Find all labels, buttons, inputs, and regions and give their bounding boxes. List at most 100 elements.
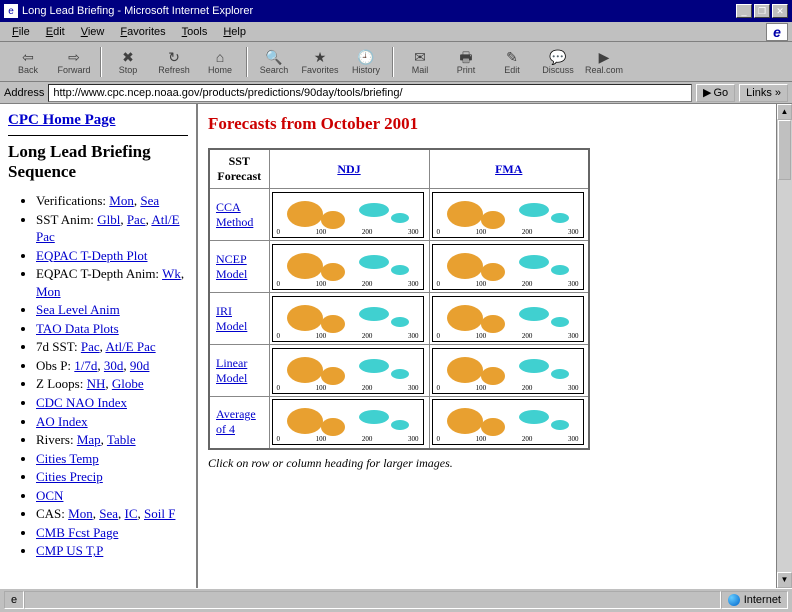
menu-favorites[interactable]: Favorites xyxy=(112,24,173,40)
row-heading-link[interactable]: CCA Method xyxy=(216,200,253,229)
menu-help[interactable]: Help xyxy=(215,24,254,40)
col-heading-link[interactable]: NDJ xyxy=(337,162,360,176)
sidebar-link[interactable]: Table xyxy=(107,432,136,447)
sidebar-link[interactable]: 1/7d xyxy=(74,358,97,373)
address-input[interactable] xyxy=(48,84,692,102)
sidebar-link[interactable]: Sea xyxy=(99,506,118,521)
sidebar-link[interactable]: Wk xyxy=(162,266,181,281)
discuss-button[interactable]: 💬Discuss xyxy=(536,44,580,80)
forecast-map-thumb[interactable]: 0100200300 xyxy=(432,399,584,445)
globe-icon xyxy=(728,594,740,606)
menu-bar: File Edit View Favorites Tools Help e xyxy=(0,22,792,42)
sidebar-link[interactable]: CDC NAO Index xyxy=(36,395,127,410)
sidebar-item: Obs P: 1/7d, 30d, 90d xyxy=(36,357,188,375)
stop-icon: ✖ xyxy=(122,49,134,65)
edit-button[interactable]: ✎Edit xyxy=(490,44,534,80)
menu-edit[interactable]: Edit xyxy=(38,24,73,40)
forecast-map-thumb[interactable]: 0100200300 xyxy=(432,296,584,342)
favorites-button[interactable]: ★Favorites xyxy=(298,44,342,80)
row-heading-link[interactable]: Average of 4 xyxy=(216,407,256,436)
row-heading-link[interactable]: IRI Model xyxy=(216,304,247,333)
menu-view[interactable]: View xyxy=(73,24,113,40)
sidebar-link[interactable]: Mon xyxy=(109,193,134,208)
menu-tools[interactable]: Tools xyxy=(174,24,216,40)
page-title: Forecasts from October 2001 xyxy=(208,114,782,134)
sidebar-link[interactable]: TAO Data Plots xyxy=(36,321,119,336)
sidebar-link[interactable]: Pac xyxy=(81,339,100,354)
sidebar-link[interactable]: Cities Temp xyxy=(36,451,99,466)
row-heading-link[interactable]: Linear Model xyxy=(216,356,247,385)
forecast-map-thumb[interactable]: 0100200300 xyxy=(272,399,424,445)
sidebar-link[interactable]: Glbl xyxy=(97,212,120,227)
menu-file[interactable]: File xyxy=(4,24,38,40)
status-text xyxy=(24,591,721,609)
history-button[interactable]: 🕘History xyxy=(344,44,388,80)
forecast-map-thumb[interactable]: 0100200300 xyxy=(272,244,424,290)
sidebar-link[interactable]: Pac xyxy=(127,212,146,227)
forward-button[interactable]: ⇨Forward xyxy=(52,44,96,80)
home-icon: ⌂ xyxy=(216,49,224,65)
sidebar-link[interactable]: AO Index xyxy=(36,414,88,429)
scroll-thumb[interactable] xyxy=(778,120,791,180)
minimize-button[interactable]: _ xyxy=(736,4,752,18)
sidebar-link[interactable]: Sea Level Anim xyxy=(36,302,120,317)
back-button[interactable]: ⇦Back xyxy=(6,44,50,80)
sidebar-item: 7d SST: Pac, Atl/E Pac xyxy=(36,338,188,356)
sidebar-item: AO Index xyxy=(36,413,188,431)
print-button[interactable]: 🖶Print xyxy=(444,44,488,80)
maximize-button[interactable]: ❐ xyxy=(754,4,770,18)
back-icon: ⇦ xyxy=(22,49,34,65)
sidebar-link[interactable]: 30d xyxy=(104,358,124,373)
real-icon: ▶ xyxy=(599,49,610,65)
discuss-icon: 💬 xyxy=(549,49,566,65)
forecast-map-thumb[interactable]: 0100200300 xyxy=(432,244,584,290)
scroll-up-icon[interactable]: ▲ xyxy=(777,104,792,120)
forecast-map-thumb[interactable]: 0100200300 xyxy=(272,296,424,342)
sidebar-item: Rivers: Map, Table xyxy=(36,431,188,449)
sidebar-link[interactable]: Sea xyxy=(140,193,159,208)
realcom-button[interactable]: ▶Real.com xyxy=(582,44,626,80)
sidebar-link[interactable]: EQPAC T-Depth Plot xyxy=(36,248,148,263)
sidebar-link[interactable]: CMB Fcst Page xyxy=(36,525,118,540)
mail-button[interactable]: ✉Mail xyxy=(398,44,442,80)
sidebar-link[interactable]: Cities Precip xyxy=(36,469,103,484)
sidebar-link[interactable]: CMP US T,P xyxy=(36,543,103,558)
sidebar-link[interactable]: Mon xyxy=(68,506,93,521)
forecast-map-thumb[interactable]: 0100200300 xyxy=(432,192,584,238)
cpc-home-link[interactable]: CPC Home Page xyxy=(8,112,115,128)
sidebar-item: CMP US T,P xyxy=(36,542,188,560)
go-button[interactable]: ▶ Go xyxy=(696,84,735,102)
favorites-icon: ★ xyxy=(314,49,327,65)
main-scrollbar[interactable]: ▲ ▼ xyxy=(776,104,792,588)
forecast-map-thumb[interactable]: 0100200300 xyxy=(272,348,424,394)
sidebar-link[interactable]: Map xyxy=(77,432,101,447)
refresh-icon: ↻ xyxy=(168,49,180,65)
sidebar-link[interactable]: Atl/E Pac xyxy=(105,339,155,354)
forecast-map-thumb[interactable]: 0100200300 xyxy=(272,192,424,238)
sidebar-link[interactable]: Globe xyxy=(112,376,144,391)
sidebar-link[interactable]: Mon xyxy=(36,284,61,299)
sidebar-item-label: CAS: xyxy=(36,506,68,521)
forward-icon: ⇨ xyxy=(68,49,80,65)
links-button[interactable]: Links » xyxy=(739,84,788,102)
sidebar-item-label: 7d SST: xyxy=(36,339,81,354)
forecast-map-thumb[interactable]: 0100200300 xyxy=(432,348,584,394)
sidebar-link[interactable]: IC xyxy=(125,506,138,521)
col-heading-link[interactable]: FMA xyxy=(495,162,522,176)
scroll-down-icon[interactable]: ▼ xyxy=(777,572,792,588)
close-button[interactable]: ✕ xyxy=(772,4,788,18)
row-heading-link[interactable]: NCEP Model xyxy=(216,252,247,281)
sidebar-link[interactable]: 90d xyxy=(130,358,150,373)
home-button[interactable]: ⌂Home xyxy=(198,44,242,80)
main-pane: Forecasts from October 2001 SST Forecast… xyxy=(198,104,792,588)
stop-button[interactable]: ✖Stop xyxy=(106,44,150,80)
sidebar-item-label: Z Loops: xyxy=(36,376,87,391)
sidebar-link[interactable]: OCN xyxy=(36,488,63,503)
sidebar-link[interactable]: NH xyxy=(87,376,106,391)
sidebar-link[interactable]: Soil F xyxy=(144,506,175,521)
search-button[interactable]: 🔍Search xyxy=(252,44,296,80)
refresh-button[interactable]: ↻Refresh xyxy=(152,44,196,80)
sidebar-item: OCN xyxy=(36,487,188,505)
status-ie-icon: e xyxy=(4,591,24,609)
mail-icon: ✉ xyxy=(414,49,426,65)
